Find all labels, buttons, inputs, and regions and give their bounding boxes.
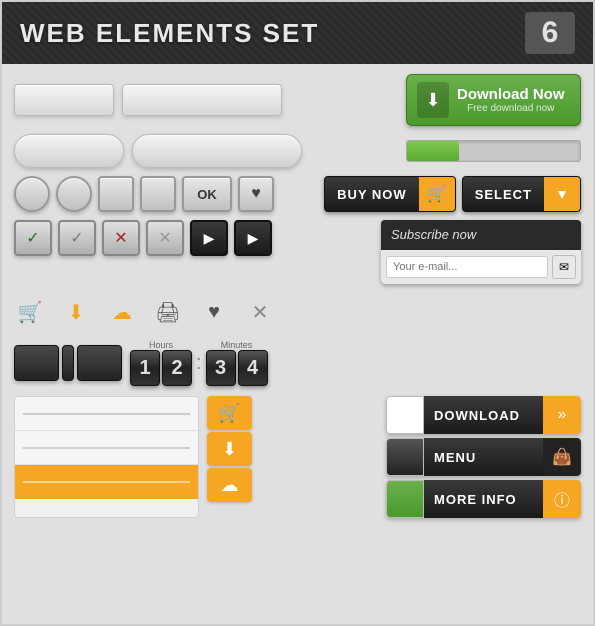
row-mixed-buttons: OK ♥ BUY NOW 🛒 SELECT ▼ [14, 176, 581, 212]
menu-list [14, 396, 199, 518]
more-info-row-button[interactable]: MORE INFO ⓘ [386, 480, 581, 518]
minutes-digit-1: 3 [206, 350, 236, 386]
row-icons: 🛒 ⬇ ☁ 🖨 ♥ ✕ [14, 292, 581, 332]
subscribe-box: Subscribe now ✉ [381, 220, 581, 284]
progress-bar [406, 140, 581, 162]
info-icon: ⓘ [543, 480, 581, 518]
menu-row-button[interactable]: MENU 👜 [386, 438, 581, 476]
row-buttons-flat: ⬇ Download Now Free download now [14, 74, 581, 126]
square-button-small[interactable] [98, 176, 134, 212]
rounded-button-small[interactable] [14, 134, 124, 168]
countdown-timer: Hours 1 2 : Minutes 3 4 [130, 340, 268, 386]
hours-digit-2: 2 [162, 350, 192, 386]
progress-bar-fill [407, 141, 459, 161]
cart-icon-btn[interactable]: 🛒 [14, 296, 46, 328]
icon-col-cart[interactable]: 🛒 [207, 396, 252, 430]
flat-button-large[interactable] [122, 84, 282, 116]
arrow-button-2[interactable]: ▶ [234, 220, 272, 256]
main-container: WEB ELEMENTS SET 6 ⬇ Download Now Free d… [0, 0, 595, 626]
menu-item-bar-1 [23, 413, 190, 415]
subscribe-header: Subscribe now [381, 220, 581, 250]
download-sub-text: Free download now [457, 103, 565, 114]
icon-col-download[interactable]: ⬇ [207, 432, 252, 466]
cross-button-inactive[interactable]: ✕ [146, 220, 184, 256]
ok-button[interactable]: OK [182, 176, 232, 212]
dark-tab-dot [62, 345, 74, 381]
minutes-label: Minutes [221, 340, 253, 350]
heart-icon-btn[interactable]: ♥ [198, 296, 230, 328]
more-info-main-area: MORE INFO [424, 480, 543, 518]
subscribe-input-row: ✉ [381, 250, 581, 284]
subscribe-title: Subscribe now [391, 227, 476, 242]
hours-group: Hours 1 2 [130, 340, 192, 386]
right-buttons: DOWNLOAD » MENU 👜 MORE INFO [386, 396, 581, 518]
printer-icon-btn[interactable]: 🖨 [152, 296, 184, 328]
menu-bag-icon: 👜 [543, 438, 581, 476]
heart-icon: ♥ [251, 185, 261, 203]
row-buttons-rounded [14, 134, 581, 168]
dark-tabs-group [14, 345, 122, 381]
arrow-button-1[interactable]: ▶ [190, 220, 228, 256]
menu-preview-box [386, 438, 424, 476]
flat-button-small-1[interactable] [14, 84, 114, 116]
buy-now-button[interactable]: BUY NOW 🛒 [324, 176, 456, 212]
cross-button-active[interactable]: ✕ [102, 220, 140, 256]
row-countdown: Hours 1 2 : Minutes 3 4 [14, 340, 581, 386]
check-buttons-group: ✓ ✓ ✕ ✕ ▶ ▶ [14, 220, 272, 256]
download-button[interactable]: ⬇ Download Now Free download now [406, 74, 581, 126]
download-icon-btn[interactable]: ⬇ [60, 296, 92, 328]
cloud-upload-icon-btn[interactable]: ☁ [106, 296, 138, 328]
download-icon: ⬇ [417, 82, 449, 118]
menu-item-bar-2 [23, 447, 190, 449]
menu-main-area: MENU [424, 438, 543, 476]
download-text-box: Download Now Free download now [457, 86, 565, 114]
select-button[interactable]: SELECT ▼ [462, 176, 581, 212]
dark-tab-2[interactable] [77, 345, 122, 381]
minutes-digits: 3 4 [206, 350, 268, 386]
content-area: ⬇ Download Now Free download now OK [2, 64, 593, 624]
download-chevron-icon: » [543, 396, 581, 434]
menu-item-1[interactable] [15, 397, 198, 431]
download-row-button[interactable]: DOWNLOAD » [386, 396, 581, 434]
check-button-inactive[interactable]: ✓ [58, 220, 96, 256]
close-icon-btn[interactable]: ✕ [244, 296, 276, 328]
cart-icon: 🛒 [419, 177, 455, 211]
menu-item-bar-3 [23, 481, 190, 483]
hours-digit-1: 1 [130, 350, 160, 386]
bottom-section: 🛒 ⬇ ☁ DOWNLOAD » MENU [14, 396, 581, 518]
buy-now-text: BUY NOW [325, 187, 419, 202]
row-check-buttons: ✓ ✓ ✕ ✕ ▶ ▶ Subscribe now ✉ [14, 220, 581, 284]
more-info-label: MORE INFO [434, 492, 517, 507]
rounded-button-large[interactable] [132, 134, 302, 168]
circle-button-2[interactable] [56, 176, 92, 212]
circle-button-1[interactable] [14, 176, 50, 212]
chevron-down-icon: ▼ [544, 177, 580, 211]
icon-col-cloud[interactable]: ☁ [207, 468, 252, 502]
download-main-area: DOWNLOAD [424, 396, 543, 434]
dark-tab-1[interactable] [14, 345, 59, 381]
header: WEB ELEMENTS SET 6 [2, 2, 593, 64]
icon-column: 🛒 ⬇ ☁ [207, 396, 252, 518]
heart-button[interactable]: ♥ [238, 176, 274, 212]
square-button-small-2[interactable] [140, 176, 176, 212]
check-button-active[interactable]: ✓ [14, 220, 52, 256]
minutes-group: Minutes 3 4 [206, 340, 268, 386]
hours-label: Hours [149, 340, 173, 350]
download-label: DOWNLOAD [434, 408, 520, 423]
download-preview-box [386, 396, 424, 434]
header-number: 6 [525, 12, 575, 54]
download-main-text: Download Now [457, 86, 565, 103]
header-title: WEB ELEMENTS SET [20, 18, 319, 49]
menu-item-2[interactable] [15, 431, 198, 465]
hours-digits: 1 2 [130, 350, 192, 386]
subscribe-send-button[interactable]: ✉ [552, 255, 576, 279]
menu-label: MENU [434, 450, 476, 465]
minutes-digit-2: 4 [238, 350, 268, 386]
subscribe-email-input[interactable] [386, 256, 548, 278]
select-text: SELECT [463, 187, 544, 202]
menu-item-3-highlighted[interactable] [15, 465, 198, 499]
more-info-preview-box [386, 480, 424, 518]
